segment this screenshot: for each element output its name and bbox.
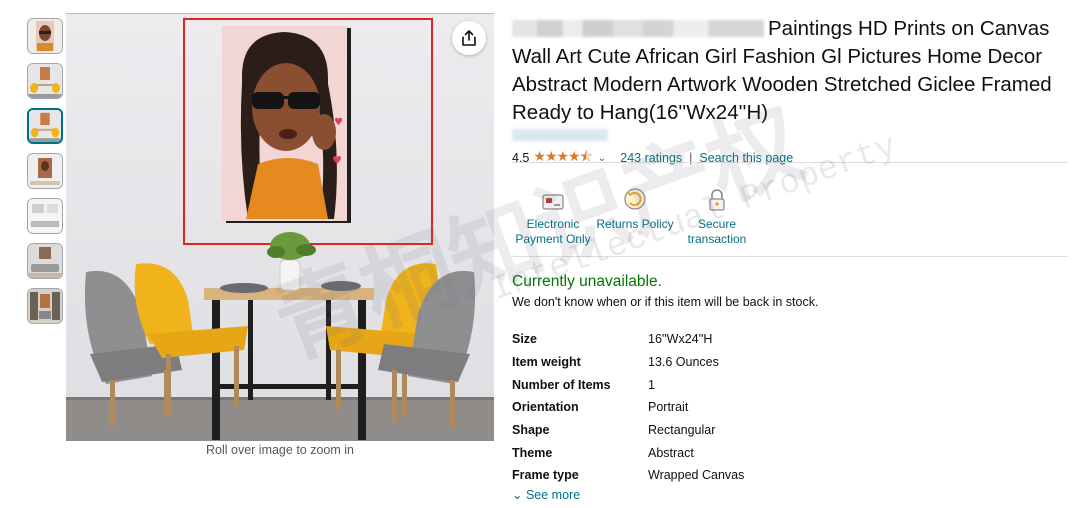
spec-value: Abstract: [648, 445, 694, 460]
spec-key: Frame type: [512, 468, 579, 483]
availability-status: Currently unavailable.: [512, 273, 662, 290]
chevron-down-icon: ⌄: [512, 488, 523, 502]
thumbnail-portrait[interactable]: [27, 18, 63, 54]
spec-value: 13.6 Ounces: [648, 355, 719, 370]
thumbnail-framed-wall[interactable]: [27, 153, 63, 189]
divider: [512, 256, 1068, 257]
spec-row: Number of Items 1: [512, 373, 744, 396]
redacted-brand: [512, 20, 764, 37]
spec-value: 16''Wx24''H: [648, 332, 713, 347]
thumbnail-shelf-room[interactable]: [27, 288, 63, 324]
badge-label: Secure transaction: [687, 217, 747, 246]
spec-value: 1: [648, 377, 655, 392]
spec-row: Frame type Wrapped Canvas: [512, 464, 744, 487]
availability-detail: We don't know when or if this item will …: [512, 295, 819, 309]
spec-value: Portrait: [648, 400, 689, 415]
spec-value: Rectangular: [648, 423, 716, 438]
share-icon: [462, 30, 476, 46]
spec-value: Wrapped Canvas: [648, 468, 745, 483]
main-product-image[interactable]: ♥ ♥: [66, 14, 494, 441]
divider: [512, 162, 1068, 163]
spec-row: Shape Rectangular: [512, 419, 744, 442]
spec-row: Theme Abstract: [512, 441, 744, 464]
spec-row: Orientation Portrait: [512, 396, 744, 419]
card-icon: [542, 194, 564, 210]
spec-row: Size 16''Wx24''H: [512, 328, 744, 351]
share-button[interactable]: [452, 21, 486, 55]
svg-text:♥: ♥: [334, 117, 343, 128]
product-title: Paintings HD Prints on Canvas Wall Art C…: [512, 15, 1068, 127]
badge-label: Electronic Payment Only: [515, 217, 591, 246]
thumbnail-sofa-room[interactable]: [27, 243, 63, 279]
rating-row: 4.5 ★★★★⯪ ⌄ 243 ratings | Search this pa…: [512, 146, 793, 170]
spec-key: Item weight: [512, 355, 581, 370]
svg-text:♥: ♥: [332, 154, 342, 167]
returns-icon: [624, 188, 646, 210]
product-specs-table: Size 16''Wx24''H Item weight 13.6 Ounces N…: [512, 328, 744, 487]
spec-key: Size: [512, 332, 538, 347]
see-more-label: See more: [525, 488, 581, 502]
star-rating-icon[interactable]: ★★★★⯪: [533, 146, 592, 170]
thumbnail-dining-room-selected[interactable]: [27, 108, 63, 144]
spec-row: Item weight 13.6 Ounces: [512, 351, 744, 374]
spec-key: Theme: [512, 445, 553, 460]
badge-label: Returns Policy: [596, 217, 674, 231]
spec-key: Shape: [512, 423, 550, 438]
see-more-link[interactable]: ⌄ See more: [512, 487, 580, 502]
thumbnail-strip: [27, 18, 65, 333]
zoom-hint: Roll over image to zoom in: [206, 443, 354, 457]
badge-returns-policy[interactable]: Returns Policy: [594, 176, 676, 247]
trust-badges: Electronic Payment Only Returns Policy S…: [512, 176, 758, 247]
thumbnail-room-wall[interactable]: [27, 198, 63, 234]
thumbnail-dining-room[interactable]: [27, 63, 63, 99]
lock-icon: [709, 189, 725, 211]
canvas-painting: ♥ ♥: [222, 26, 351, 223]
spec-key: Number of Items: [512, 377, 611, 392]
badge-secure-transaction[interactable]: Secure transaction: [676, 176, 758, 247]
redacted-store-link[interactable]: [512, 129, 608, 141]
spec-key: Orientation: [512, 400, 579, 415]
badge-electronic-payment[interactable]: Electronic Payment Only: [512, 176, 594, 247]
